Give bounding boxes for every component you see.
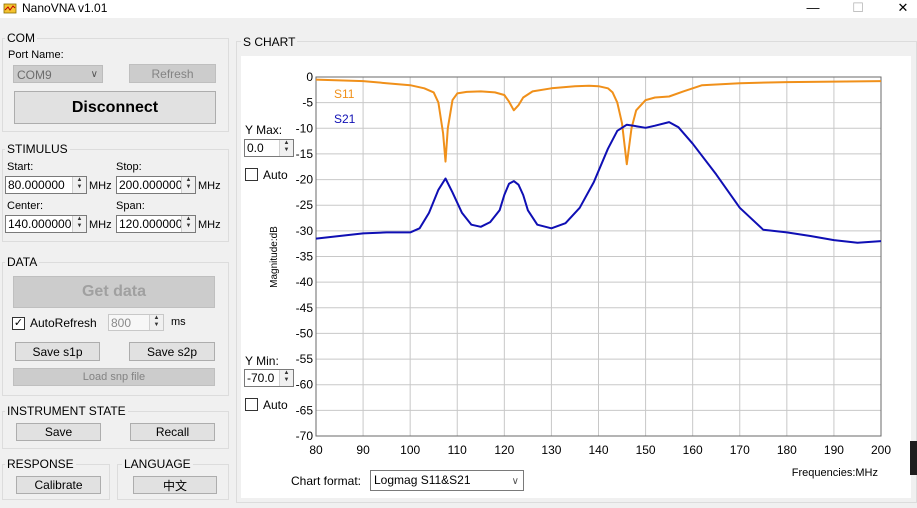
x-tick-label: 200 bbox=[871, 443, 891, 457]
y-tick-label: -40 bbox=[296, 275, 314, 289]
y-tick-label: -50 bbox=[296, 326, 314, 340]
y-tick-label: -15 bbox=[296, 147, 314, 161]
chart-grid bbox=[315, 76, 882, 437]
x-tick-label: 170 bbox=[730, 443, 750, 457]
x-tick-label: 100 bbox=[400, 443, 420, 457]
x-tick-label: 150 bbox=[636, 443, 656, 457]
chevron-down-icon: ∨ bbox=[511, 476, 519, 487]
legend-entry-s11: S11 bbox=[334, 87, 355, 101]
y-axis-label: Magnitude:dB bbox=[269, 226, 280, 288]
x-tick-label: 160 bbox=[683, 443, 703, 457]
chart-format-value: Logmag S11&S21 bbox=[374, 473, 471, 487]
x-tick-label: 140 bbox=[588, 443, 608, 457]
chart-format-select[interactable]: Logmag S11&S21 ∨ bbox=[370, 470, 524, 491]
y-tick-label: -5 bbox=[302, 96, 313, 110]
y-tick-label: 0 bbox=[306, 70, 313, 84]
chart-legend: S11 S21 bbox=[334, 87, 356, 126]
y-tick-label: -45 bbox=[296, 301, 314, 315]
y-tick-label: -25 bbox=[296, 198, 314, 212]
legend-entry-s21: S21 bbox=[334, 112, 356, 126]
y-tick-label: -55 bbox=[296, 352, 314, 366]
y-tick-label: -60 bbox=[296, 378, 314, 392]
y-axis-ticks: 0 -5 -10 -15 -20 -25 -30 -35 -40 -45 -50 -55 -60 -65 -… bbox=[296, 70, 314, 443]
chart-format-label: Chart format: bbox=[291, 474, 362, 488]
y-tick-label: -35 bbox=[296, 250, 314, 264]
x-tick-label: 120 bbox=[494, 443, 514, 457]
x-tick-label: 80 bbox=[309, 443, 323, 457]
y-tick-label: -10 bbox=[296, 121, 314, 135]
scrollbar-thumb[interactable] bbox=[910, 441, 917, 475]
x-tick-label: 180 bbox=[777, 443, 797, 457]
s-parameter-chart: 0 -5 -10 -15 -20 -25 -30 -35 -40 -45 -50 -55 -60 -65 -… bbox=[269, 70, 891, 479]
y-tick-label: -30 bbox=[296, 224, 314, 238]
x-tick-label: 90 bbox=[356, 443, 370, 457]
x-tick-label: 130 bbox=[541, 443, 561, 457]
y-tick-label: -65 bbox=[296, 403, 314, 417]
y-tick-label: -20 bbox=[296, 173, 314, 187]
y-tick-label: -70 bbox=[296, 429, 314, 443]
x-tick-label: 110 bbox=[448, 443, 467, 457]
x-axis-label: Frequencies:MHz bbox=[792, 467, 878, 479]
x-tick-label: 190 bbox=[824, 443, 844, 457]
x-axis-ticks: 80 90 100 110 120 130 140 150 160 170 180 190 200 bbox=[309, 443, 891, 457]
